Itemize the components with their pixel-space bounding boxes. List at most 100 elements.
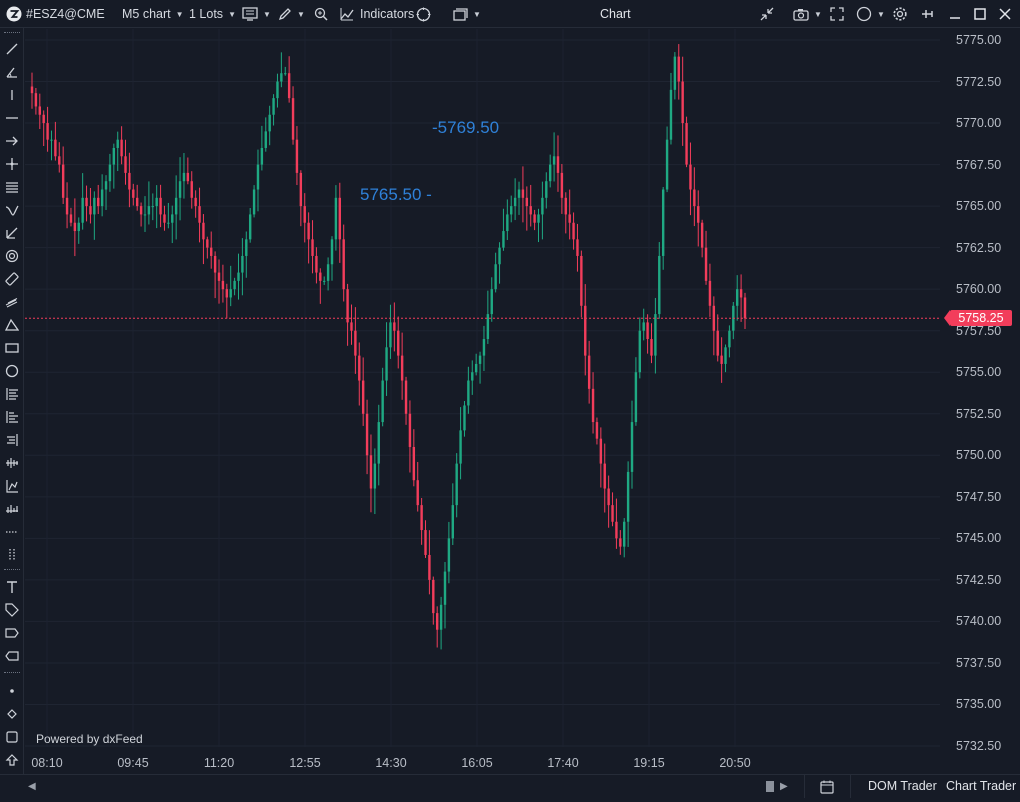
- ruler-tool[interactable]: [2, 270, 22, 288]
- timeframe-selector[interactable]: M5 chart ▼: [122, 0, 184, 28]
- price-annotation[interactable]: 5765.50 -: [360, 185, 432, 205]
- candle-body: [634, 372, 638, 423]
- rectangle-tool[interactable]: [2, 339, 22, 357]
- candle-body: [603, 463, 606, 489]
- x-tick-label: 19:15: [633, 756, 665, 770]
- crosshair-tool[interactable]: [2, 155, 22, 173]
- candle-body: [669, 89, 673, 140]
- divider: [804, 775, 805, 798]
- candle-body: [693, 189, 696, 207]
- layout-button[interactable]: ▼: [453, 0, 481, 28]
- text-tool[interactable]: [2, 578, 22, 596]
- ellipse-tool[interactable]: [2, 362, 22, 380]
- note-tool[interactable]: [2, 647, 22, 665]
- app-logo-icon[interactable]: [6, 0, 22, 28]
- gann-box-tool[interactable]: [2, 477, 22, 495]
- triangle-tool[interactable]: [2, 316, 22, 334]
- dotted-vline-tool[interactable]: [2, 546, 22, 564]
- trend-line-tool[interactable]: [2, 40, 22, 58]
- x-tick-label: 09:45: [117, 756, 149, 770]
- arrow-up-marker-tool[interactable]: [2, 751, 22, 769]
- compress-button[interactable]: [760, 0, 774, 28]
- horizontal-line-tool[interactable]: [2, 109, 22, 127]
- price-label-tool[interactable]: [2, 601, 22, 619]
- candle-body: [572, 222, 575, 240]
- candle-body: [58, 156, 61, 165]
- crosshair-icon: [6, 158, 18, 170]
- candle-body: [190, 181, 193, 198]
- dom-trader-button[interactable]: DOM Trader: [868, 775, 937, 798]
- candle-body: [513, 197, 517, 207]
- parallel-channel-tool[interactable]: [2, 178, 22, 196]
- x-tick-label: 16:05: [461, 756, 493, 770]
- compass-button[interactable]: [416, 0, 431, 28]
- drawing-button[interactable]: ▼: [278, 0, 305, 28]
- maximize-button[interactable]: [974, 0, 986, 28]
- candle-body: [498, 247, 501, 265]
- square-marker-tool[interactable]: [2, 728, 22, 746]
- y-tick-label: 5767.50: [956, 157, 1002, 172]
- candle-body: [591, 388, 595, 423]
- curve-tool[interactable]: [2, 201, 22, 219]
- lots-selector[interactable]: 1 Lots ▼: [189, 0, 236, 28]
- diamond-icon: [7, 709, 17, 719]
- scroll-right-icon[interactable]: ▶: [780, 775, 788, 798]
- curve-icon: [5, 205, 19, 216]
- dropdown-caret-icon: ▼: [814, 9, 822, 19]
- dotted-hline-tool[interactable]: [2, 523, 22, 541]
- candle-body: [73, 222, 77, 232]
- x-tick-label: 20:50: [719, 756, 751, 770]
- scrollbar-thumb[interactable]: [766, 781, 774, 792]
- chart-trader-button[interactable]: Chart Trader: [946, 775, 1016, 798]
- price-axis[interactable]: 5775.00 5772.50 5770.00 5767.50 5765.00 5762.…: [940, 29, 1020, 774]
- candle-body: [474, 363, 478, 373]
- gann-fan-tool[interactable]: [2, 454, 22, 472]
- ray-tool[interactable]: [2, 132, 22, 150]
- indicators-button[interactable]: Indicators: [340, 0, 414, 28]
- candle-body: [210, 247, 213, 256]
- candle-body: [326, 264, 330, 281]
- candle-body: [93, 197, 96, 215]
- symbol-selector[interactable]: #ESZ4@CME: [26, 0, 105, 28]
- compass-icon: [416, 7, 431, 22]
- candle-body: [248, 214, 252, 240]
- fib-extension-tool[interactable]: [2, 408, 22, 426]
- candle-body: [416, 480, 419, 506]
- angle-tool[interactable]: [2, 63, 22, 81]
- screenshot-button[interactable]: ▼: [793, 0, 822, 28]
- pitchfork-tool[interactable]: [2, 224, 22, 242]
- fib-timezone-tool[interactable]: [2, 431, 22, 449]
- minimize-button[interactable]: [949, 0, 961, 28]
- candle-body: [46, 123, 49, 140]
- close-button[interactable]: [999, 0, 1011, 28]
- fib-retracement-tool[interactable]: [2, 385, 22, 403]
- pin-button[interactable]: [920, 0, 936, 28]
- zoom-button[interactable]: [314, 0, 328, 28]
- candle-body: [545, 181, 548, 198]
- fib-tool[interactable]: [2, 293, 22, 311]
- candle-body: [377, 422, 380, 464]
- spiral-tool[interactable]: [2, 247, 22, 265]
- trade-panel-button[interactable]: ▼: [242, 0, 271, 28]
- divider: [850, 775, 851, 798]
- calendar-button[interactable]: [820, 779, 834, 794]
- calendar-icon: [820, 780, 834, 794]
- candle-body: [311, 239, 314, 256]
- price-annotation[interactable]: -5769.50: [432, 118, 499, 138]
- y-tick-label: 5755.00: [956, 365, 1002, 380]
- diamond-marker-tool[interactable]: [2, 705, 22, 723]
- candle-body: [77, 222, 80, 232]
- price-chart[interactable]: [25, 29, 940, 774]
- scroll-left-icon[interactable]: ◀: [28, 775, 36, 798]
- dot-marker-tool[interactable]: [2, 682, 22, 700]
- fullscreen-button[interactable]: [830, 0, 844, 28]
- candle-body: [323, 280, 326, 282]
- mode-toggle[interactable]: ▼: [856, 0, 885, 28]
- vertical-line-tool[interactable]: [2, 86, 22, 104]
- candle-body: [295, 139, 299, 173]
- settings-button[interactable]: [892, 0, 908, 28]
- candle-body: [490, 289, 493, 315]
- callout-tool[interactable]: [2, 624, 22, 642]
- candle-body: [735, 289, 739, 306]
- pattern-tool[interactable]: [2, 500, 22, 518]
